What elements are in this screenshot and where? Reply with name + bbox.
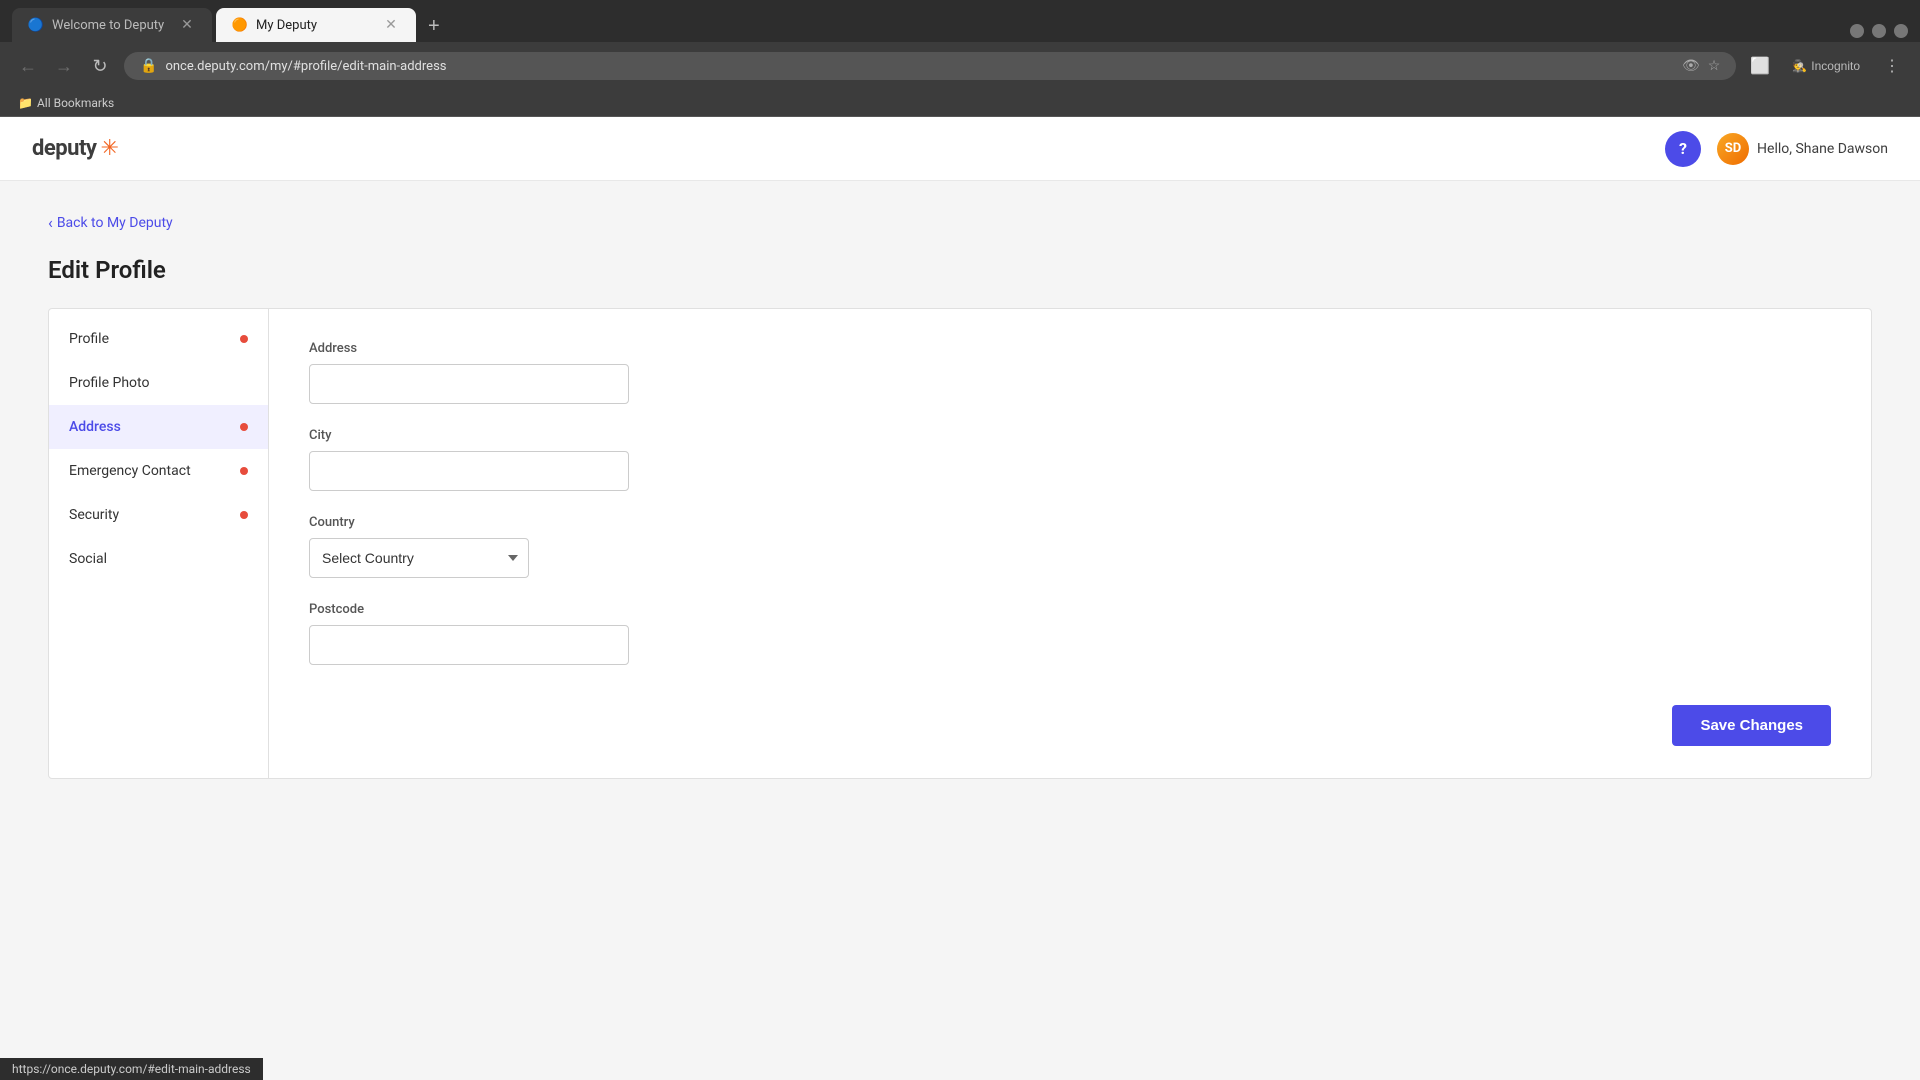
menu-button[interactable]: ⋮ xyxy=(1876,50,1908,82)
reload-button[interactable]: ↻ xyxy=(84,50,116,82)
avatar: SD xyxy=(1717,133,1749,165)
bookmarks-label: All Bookmarks xyxy=(37,96,114,110)
page-wrapper: deputy ✳ ? SD Hello, Shane Dawson ‹ Back… xyxy=(0,117,1920,997)
logo-star-icon: ✳ xyxy=(100,136,118,161)
address-input[interactable] xyxy=(309,364,629,404)
user-greeting: SD Hello, Shane Dawson xyxy=(1717,133,1888,165)
forward-button[interactable]: → xyxy=(48,50,80,82)
eye-slash-icon: 👁 xyxy=(1682,58,1700,74)
tab2-close[interactable]: ✕ xyxy=(382,16,400,34)
app-logo: deputy ✳ xyxy=(32,136,119,161)
incognito-label: Incognito xyxy=(1811,59,1860,73)
social-label: Social xyxy=(69,551,107,567)
tab-my-deputy[interactable]: 🟠 My Deputy ✕ xyxy=(216,8,416,42)
postcode-section: Postcode xyxy=(309,602,1831,665)
city-input[interactable] xyxy=(309,451,629,491)
address-label: Address xyxy=(69,419,121,435)
incognito-icon: 🕵 xyxy=(1792,59,1807,73)
back-link[interactable]: ‹ Back to My Deputy xyxy=(48,213,1872,232)
sidebar-item-emergency-contact[interactable]: Emergency Contact xyxy=(49,449,268,493)
emergency-dot xyxy=(240,467,248,475)
address-text: once.deputy.com/my/#profile/edit-main-ad… xyxy=(165,59,1674,74)
browser-chrome: 🔵 Welcome to Deputy ✕ 🟠 My Deputy ✕ + ← … xyxy=(0,0,1920,117)
bookmarks-bar: 📁 All Bookmarks xyxy=(0,90,1920,117)
minimize-button[interactable] xyxy=(1850,24,1864,38)
country-section: Country Select Country United States Uni… xyxy=(309,515,1831,578)
browser-actions: ⬜ 🕵 Incognito ⋮ xyxy=(1744,50,1908,82)
bookmarks-folder[interactable]: 📁 All Bookmarks xyxy=(12,94,120,112)
tab-welcome-to-deputy[interactable]: 🔵 Welcome to Deputy ✕ xyxy=(12,8,212,42)
greeting-text: Hello, Shane Dawson xyxy=(1757,141,1888,157)
profile-label: Profile xyxy=(69,331,109,347)
address-bar[interactable]: 🔒 once.deputy.com/my/#profile/edit-main-… xyxy=(124,52,1736,80)
chevron-left-icon: ‹ xyxy=(48,213,53,232)
help-icon: ? xyxy=(1679,139,1687,158)
sidebar-item-profile-photo[interactable]: Profile Photo xyxy=(49,361,268,405)
extensions-button[interactable]: ⬜ xyxy=(1744,50,1776,82)
back-button[interactable]: ← xyxy=(12,50,44,82)
lock-icon: 🔒 xyxy=(140,58,157,74)
back-link-text: Back to My Deputy xyxy=(57,215,173,231)
folder-icon: 📁 xyxy=(18,96,33,110)
address-field-label: Address xyxy=(309,341,1831,356)
profile-dot xyxy=(240,335,248,343)
postcode-input[interactable] xyxy=(309,625,629,665)
edit-profile-container: Profile Profile Photo Address Emergency … xyxy=(48,308,1872,779)
tab1-favicon: 🔵 xyxy=(28,17,44,33)
sidebar-nav: Profile Profile Photo Address Emergency … xyxy=(49,309,269,778)
sidebar-item-security[interactable]: Security xyxy=(49,493,268,537)
main-content: ‹ Back to My Deputy Edit Profile Profile… xyxy=(0,181,1920,811)
tab2-label: My Deputy xyxy=(256,18,317,33)
tab2-favicon: 🟠 xyxy=(232,17,248,33)
city-section: City xyxy=(309,428,1831,491)
emergency-contact-label: Emergency Contact xyxy=(69,463,191,479)
postcode-field-label: Postcode xyxy=(309,602,1831,617)
header-right: ? SD Hello, Shane Dawson xyxy=(1665,131,1888,167)
star-icon: ☆ xyxy=(1708,58,1721,74)
country-select[interactable]: Select Country United States United King… xyxy=(309,538,529,578)
city-field-label: City xyxy=(309,428,1831,443)
sidebar-item-address[interactable]: Address xyxy=(49,405,268,449)
form-actions: Save Changes xyxy=(309,689,1831,746)
sidebar-item-social[interactable]: Social xyxy=(49,537,268,581)
security-label: Security xyxy=(69,507,119,523)
app-header: deputy ✳ ? SD Hello, Shane Dawson xyxy=(0,117,1920,181)
security-dot xyxy=(240,511,248,519)
tab1-close[interactable]: ✕ xyxy=(178,16,196,34)
status-url: https://once.deputy.com/#edit-main-addre… xyxy=(12,1062,251,1076)
page-title: Edit Profile xyxy=(48,256,1872,284)
status-bar: https://once.deputy.com/#edit-main-addre… xyxy=(0,1058,263,1080)
nav-controls: ← → ↻ xyxy=(12,50,116,82)
tab1-label: Welcome to Deputy xyxy=(52,18,164,33)
address-section: Address xyxy=(309,341,1831,404)
maximize-button[interactable] xyxy=(1872,24,1886,38)
incognito-button[interactable]: 🕵 Incognito xyxy=(1784,55,1868,77)
country-field-label: Country xyxy=(309,515,1831,530)
help-button[interactable]: ? xyxy=(1665,131,1701,167)
close-button[interactable] xyxy=(1894,24,1908,38)
browser-tabs: 🔵 Welcome to Deputy ✕ 🟠 My Deputy ✕ + xyxy=(0,0,1920,42)
avatar-initials: SD xyxy=(1725,141,1741,156)
form-panel: Address City Country Select Country Unit… xyxy=(269,309,1871,778)
address-dot xyxy=(240,423,248,431)
new-tab-button[interactable]: + xyxy=(420,11,448,42)
logo-text: deputy xyxy=(32,136,96,161)
profile-photo-label: Profile Photo xyxy=(69,375,149,391)
sidebar-item-profile[interactable]: Profile xyxy=(49,317,268,361)
browser-toolbar: ← → ↻ 🔒 once.deputy.com/my/#profile/edit… xyxy=(0,42,1920,90)
save-changes-button[interactable]: Save Changes xyxy=(1672,705,1831,746)
